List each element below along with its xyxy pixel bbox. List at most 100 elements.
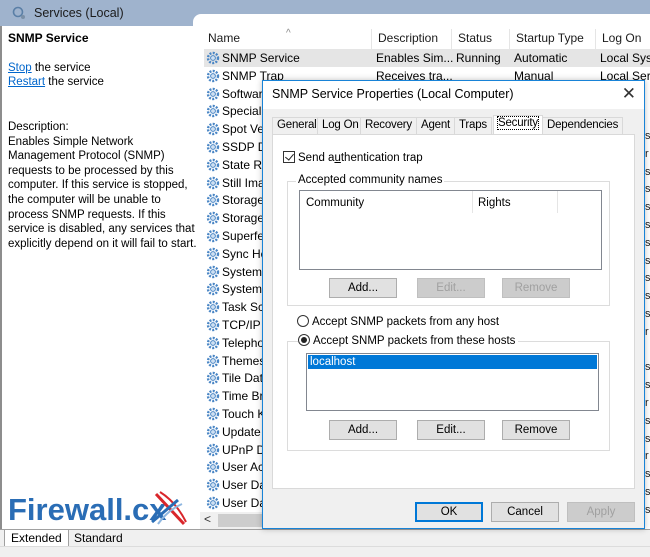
tab-recovery[interactable]: Recovery [360,117,417,134]
tab-label: Recovery [365,119,412,131]
service-gear-icon [206,496,221,511]
tab-security[interactable]: Security [493,115,543,135]
column-description-label: Description [378,31,439,45]
accept-any-host-label: Accept SNMP packets from any host [312,316,500,328]
hosts-remove-button[interactable]: Remove [502,420,570,440]
scrollbar-thumb[interactable] [218,514,264,527]
horizontal-scrollbar[interactable]: < [200,512,264,529]
firewall-cx-logo: Firewall.cx [8,491,187,527]
tab-dependencies[interactable]: Dependencies [542,117,624,134]
community-edit-button[interactable]: Edit... [417,278,485,298]
auth-trap-label-b: thentication trap [340,152,423,164]
column-header-description[interactable]: Description [372,29,452,51]
detail-pane: SNMP Service Stop the service Restart th… [0,26,200,529]
rights-column-header[interactable]: Rights [478,197,511,209]
tab-agent[interactable]: Agent [416,117,456,134]
service-gear-icon [206,193,221,208]
column-name-label: Name [208,31,241,45]
obscured-logon-fragment: s [645,165,650,178]
radio-selected-icon[interactable] [298,334,310,346]
ok-button[interactable]: OK [415,502,483,522]
apply-button[interactable]: Apply [567,502,635,522]
obscured-logon-fragment: r [645,397,649,409]
services-gear-icon [12,6,25,19]
community-group-label: Accepted community names [296,174,445,186]
stop-service-link[interactable]: Stop [8,62,32,74]
service-row[interactable]: SNMP Service Enables Sim... Running Automat… [204,49,650,67]
selected-service-name: SNMP Service [8,31,89,45]
service-gear-icon [206,460,221,475]
obscured-logon-fragment: s [645,272,650,285]
obscured-logon-fragment: s [645,503,650,516]
service-gear-icon [206,300,221,315]
obscured-logon-fragment: s [645,183,650,196]
host-item-localhost[interactable]: localhost [308,355,597,369]
service-gear-icon [206,122,221,137]
checkbox-checked-icon[interactable] [283,151,295,163]
hosts-add-button[interactable]: Add... [329,420,397,440]
tab-standard[interactable]: Standard [68,530,129,547]
send-auth-trap-checkbox[interactable]: Send authentication trap [283,151,423,164]
scroll-left-icon[interactable]: < [204,512,211,526]
console-title: Services (Local) [34,6,124,20]
service-gear-icon [206,158,221,173]
cell-logon: Local Sys [600,51,650,65]
stop-action-text: the service [31,62,91,74]
tab-label: Security [497,116,539,130]
column-separator [472,191,473,213]
service-gear-icon [206,336,221,351]
obscured-logon-fragment: s [645,130,650,142]
column-header-name[interactable]: Name ^ [202,28,372,51]
cancel-button[interactable]: Cancel [491,502,559,522]
accept-these-hosts-radio[interactable]: Accept SNMP packets from these hosts [298,334,519,347]
radio-unselected-icon[interactable] [297,315,309,327]
tab-traps[interactable]: Traps [454,117,492,134]
community-list[interactable]: Community Rights [299,190,602,270]
service-gear-icon [206,282,221,297]
column-header-logon[interactable]: Log On As [596,29,650,63]
tab-extended[interactable]: Extended [4,530,69,547]
column-startup-label: Startup Type [516,31,584,45]
accept-any-host-radio[interactable]: Accept SNMP packets from any host [297,315,499,328]
obscured-logon-fragment: s [645,468,650,481]
service-gear-icon [206,425,221,440]
community-remove-button[interactable]: Remove [502,278,570,298]
tab-general[interactable]: General [272,117,322,134]
close-icon[interactable]: ✕ [622,84,636,104]
accept-these-hosts-label: Accept SNMP packets from these hosts [313,335,516,347]
restart-service-link[interactable]: Restart [8,76,45,88]
cell-status: Running [456,51,501,65]
service-gear-icon [206,407,221,422]
dialog-titlebar[interactable]: SNMP Service Properties (Local Computer)… [263,81,644,109]
obscured-logon-fragment: s [645,254,650,267]
column-header-status[interactable]: Status [452,29,510,51]
community-column-header[interactable]: Community [306,197,364,209]
obscured-logon-fragment: s [645,236,650,249]
snmp-properties-dialog: SNMP Service Properties (Local Computer)… [262,80,645,529]
cell-name: SNMP Service [222,51,300,65]
status-bar [0,546,650,557]
obscured-logon-fragment: s [645,219,650,231]
restart-action: Restart the service [8,76,104,88]
tab-log-on[interactable]: Log On [317,117,364,134]
column-header-startup-type[interactable]: Startup Type [510,29,596,51]
service-gear-icon [206,265,221,280]
service-gear-icon [206,443,221,458]
service-description: Description: Enables Simple Network Mana… [8,120,198,251]
cell-startup: Automatic [514,51,568,65]
these-hosts-group: Accept SNMP packets from these hosts loc… [287,334,610,451]
obscured-logon-fragment: r [645,450,649,463]
service-gear-icon [206,69,221,84]
tab-label: General [277,119,317,131]
auth-trap-label-a: Send a [298,152,335,164]
obscured-logon-fragment: s [645,361,650,374]
obscured-logon-fragment: s [645,201,650,214]
obscured-logon-fragment: s [645,379,650,392]
view-tabs: Extended Standard [0,529,650,547]
service-gear-icon [206,104,221,119]
service-gear-icon [206,87,221,102]
stop-action: Stop the service [8,62,90,74]
hosts-edit-button[interactable]: Edit... [417,420,485,440]
hosts-list[interactable]: localhost [306,353,599,411]
community-add-button[interactable]: Add... [329,278,397,298]
